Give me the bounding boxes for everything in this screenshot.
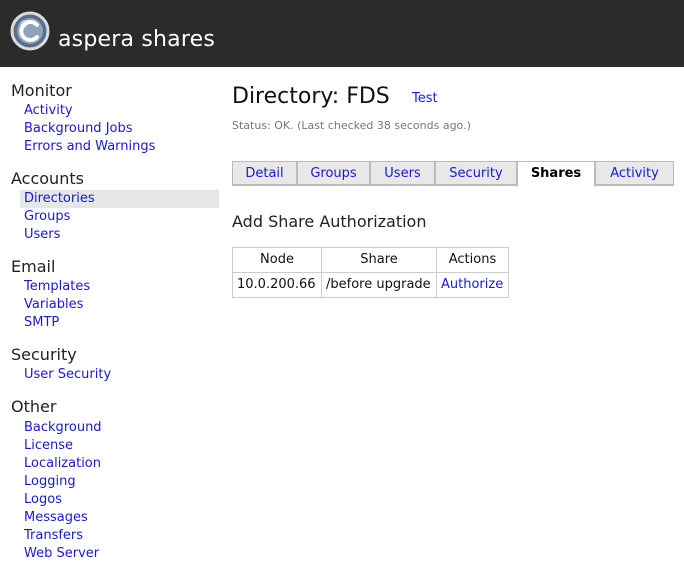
sidebar-item-templates[interactable]: Templates [24,278,90,296]
sidebar-item-background[interactable]: Background [24,419,102,437]
sidebar-item-users[interactable]: Users [24,226,60,244]
sidebar-item-background-jobs[interactable]: Background Jobs [24,120,133,138]
column-header-actions: Actions [436,247,509,273]
sidebar-section-other: Other [11,397,57,416]
sidebar-item-localization[interactable]: Localization [24,455,101,473]
sidebar-section-email: Email [11,257,56,276]
sidebar-section-security: Security [11,345,77,364]
page-title: Directory: FDS [232,84,390,109]
aspera-logo-icon[interactable] [10,11,50,51]
sidebar-item-activity[interactable]: Activity [24,102,73,120]
sidebar-item-messages[interactable]: Messages [24,509,88,527]
tab-detail[interactable]: Detail [232,161,297,185]
sidebar-item-groups[interactable]: Groups [24,208,70,226]
sidebar-section-accounts: Accounts [11,169,84,188]
sidebar-item-logging[interactable]: Logging [24,473,76,491]
sidebar-item-license[interactable]: License [24,437,73,455]
table-row: 10.0.200.66 /before upgrade Authorize [232,272,509,298]
sidebar-item-smtp[interactable]: SMTP [24,314,59,332]
app-header: aspera shares [0,0,684,67]
section-title: Add Share Authorization [232,212,427,231]
cell-share: /before upgrade [321,272,437,298]
tab-shares[interactable]: Shares [517,161,595,187]
column-header-share: Share [321,247,437,273]
tab-bar: Detail Groups Users Security Shares Acti… [232,161,674,187]
cell-node: 10.0.200.66 [232,272,322,298]
status-text: Status: OK. (Last checked 38 seconds ago… [232,119,471,132]
tab-activity[interactable]: Activity [595,161,674,185]
tab-security[interactable]: Security [435,161,517,185]
test-link[interactable]: Test [412,90,438,108]
table-header-row: Node Share Actions [232,247,509,273]
sidebar-item-errors-and-warnings[interactable]: Errors and Warnings [24,138,155,156]
tab-groups[interactable]: Groups [297,161,370,185]
share-table: Node Share Actions 10.0.200.66 /before u… [232,247,509,298]
sidebar-section-monitor: Monitor [11,81,72,100]
authorize-link[interactable]: Authorize [436,272,509,298]
sidebar-item-directories[interactable]: Directories [24,190,95,208]
sidebar-item-web-server[interactable]: Web Server [24,545,99,563]
sidebar-item-variables[interactable]: Variables [24,296,83,314]
sidebar-item-logos[interactable]: Logos [24,491,62,509]
sidebar-item-user-security[interactable]: User Security [24,366,111,384]
sidebar-item-transfers[interactable]: Transfers [24,527,83,545]
app-title: aspera shares [58,27,216,52]
tab-users[interactable]: Users [370,161,435,185]
column-header-node: Node [232,247,322,273]
